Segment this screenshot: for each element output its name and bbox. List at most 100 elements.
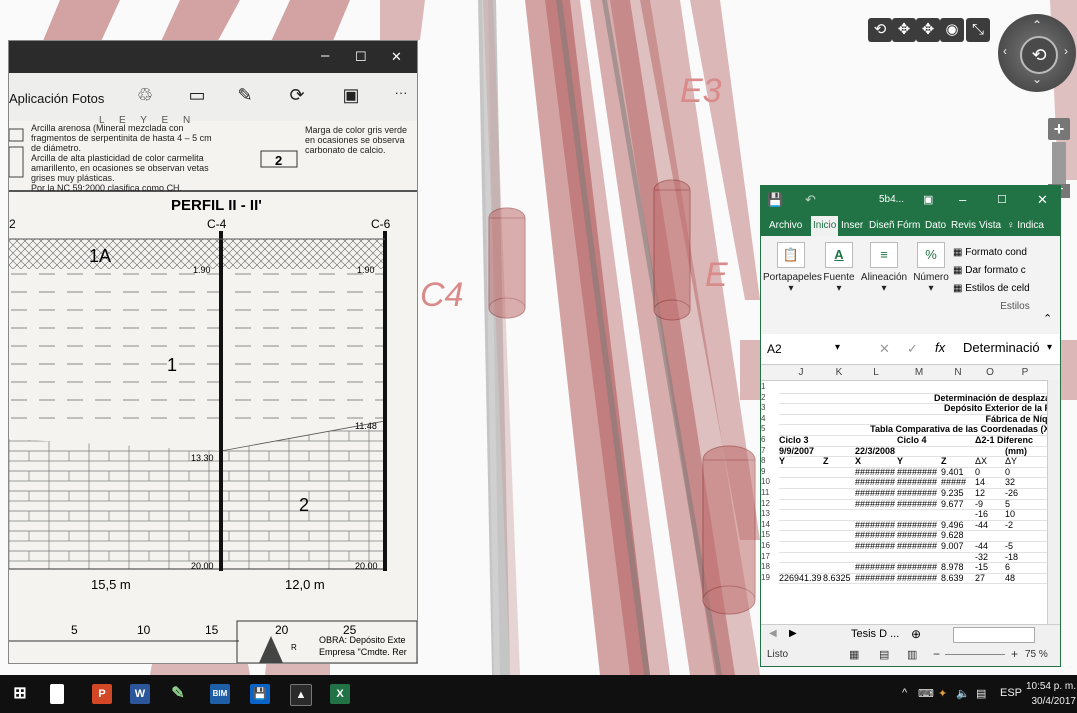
page-break-icon[interactable]: ▥ <box>907 648 917 661</box>
file-icon[interactable] <box>50 684 64 704</box>
number-group[interactable]: % Número ▾ <box>911 242 951 294</box>
row-header[interactable]: 11 <box>761 488 779 497</box>
table-cell[interactable]: Z <box>941 456 975 466</box>
table-cell[interactable]: X <box>855 456 897 466</box>
row-header[interactable]: 14 <box>761 520 779 529</box>
minimize-button[interactable]: – <box>959 192 966 207</box>
table-cell[interactable]: 8.6325 <box>823 573 855 583</box>
table-cell[interactable]: ######## <box>855 477 897 487</box>
tab-indicar[interactable]: ♀ Indica <box>1005 216 1046 236</box>
zoom-in-icon[interactable]: + <box>1011 647 1018 661</box>
zoom-track[interactable] <box>1052 142 1066 184</box>
navigation-wheel[interactable]: ⌃ ‹ › ⌄ ⟲ <box>998 14 1076 92</box>
name-box[interactable]: A2 <box>767 342 782 356</box>
chevron-down-icon[interactable]: ⌄ <box>1032 72 1042 86</box>
percent-icon[interactable]: % <box>917 242 945 268</box>
row-header[interactable]: 8 <box>761 456 779 465</box>
column-headers[interactable]: JKLMNOP <box>761 366 1060 381</box>
table-cell[interactable]: ######## <box>897 530 941 540</box>
font-group[interactable]: A Fuente ▾ <box>821 242 857 294</box>
tab-diseno[interactable]: Diseñ <box>867 216 897 236</box>
table-cell[interactable]: 48 <box>1005 573 1045 583</box>
table-cell[interactable]: ######## <box>855 488 897 498</box>
cancel-icon[interactable]: ✕ <box>879 341 890 357</box>
minimize-button[interactable]: – <box>321 47 329 64</box>
format-table-button[interactable]: ▦ Dar formato c <box>953 262 1030 280</box>
close-button[interactable]: ✕ <box>1037 192 1048 208</box>
table-cell[interactable]: 22/3/2008 <box>855 446 897 456</box>
row-header[interactable]: 4 <box>761 414 779 423</box>
table-cell[interactable]: ######## <box>855 499 897 509</box>
enhance-icon[interactable]: ♲ <box>131 85 159 109</box>
chevron-right-icon[interactable]: › <box>1064 44 1068 58</box>
row-header[interactable]: 6 <box>761 435 779 444</box>
paste-icon[interactable]: 📋 <box>777 242 805 268</box>
page-layout-icon[interactable]: ▤ <box>879 648 889 661</box>
table-cell[interactable]: Z <box>823 456 855 466</box>
alignment-group[interactable]: ≡ Alineación ▾ <box>859 242 909 294</box>
table-cell[interactable]: ##### <box>941 477 975 487</box>
table-cell[interactable]: 6 <box>1005 562 1045 572</box>
column-header[interactable]: N <box>941 367 975 378</box>
table-cell[interactable]: ΔX <box>975 456 1005 466</box>
table-cell[interactable]: ######## <box>855 467 897 477</box>
table-cell[interactable]: ######## <box>855 541 897 551</box>
row-header[interactable]: 16 <box>761 541 779 550</box>
table-cell[interactable]: ######## <box>897 520 941 530</box>
row-header[interactable]: 18 <box>761 562 779 571</box>
table-cell[interactable]: ######## <box>897 541 941 551</box>
table-cell[interactable]: Y <box>897 456 941 466</box>
conditional-format-button[interactable]: ▦ Formato cond <box>953 244 1030 262</box>
table-cell[interactable]: 14 <box>975 477 1005 487</box>
save-icon[interactable]: 💾 <box>767 192 783 208</box>
column-header[interactable]: L <box>855 367 897 378</box>
network-icon[interactable]: ✦ <box>938 687 947 700</box>
table-cell[interactable]: 9.401 <box>941 467 975 477</box>
row-header[interactable]: 10 <box>761 477 779 486</box>
tab-archivo[interactable]: Archivo <box>767 216 804 236</box>
table-cell[interactable]: -26 <box>1005 488 1045 498</box>
align-icon[interactable]: ≡ <box>870 242 898 268</box>
name-box-dropdown-icon[interactable]: ▾ <box>835 342 840 353</box>
table-cell[interactable]: 9.235 <box>941 488 975 498</box>
table-cell[interactable]: ######## <box>855 573 897 583</box>
sketchup-icon[interactable]: ✎ <box>168 684 188 704</box>
orbit-icon[interactable]: ⟲ <box>868 18 892 42</box>
table-cell[interactable]: -9 <box>975 499 1005 509</box>
keyboard-icon[interactable]: ⌨ <box>918 687 934 700</box>
table-cell[interactable]: 226941.39 <box>779 573 823 583</box>
row-header[interactable]: 15 <box>761 530 779 539</box>
row-header[interactable]: 13 <box>761 509 779 518</box>
collapse-ribbon-icon[interactable]: ⌃ <box>1043 312 1052 325</box>
tab-formulas[interactable]: Fórm <box>895 216 922 236</box>
table-cell[interactable]: ######## <box>897 573 941 583</box>
add-sheet-icon[interactable]: ⊕ <box>911 627 921 641</box>
pan-icon[interactable]: ✥ <box>916 18 940 42</box>
chevron-up-icon[interactable]: ⌃ <box>1032 18 1042 32</box>
bim-icon[interactable]: BIM <box>210 684 230 704</box>
zoom-slider[interactable] <box>945 654 1005 655</box>
table-cell[interactable]: 9.007 <box>941 541 975 551</box>
row-header[interactable]: 5 <box>761 424 779 433</box>
table-cell[interactable]: Determinación de desplazam <box>855 393 1058 403</box>
normal-view-icon[interactable]: ▦ <box>849 648 859 661</box>
prev-sheet-icon[interactable]: ◀ <box>769 628 777 639</box>
save-icon[interactable]: ▣ <box>337 85 365 109</box>
column-header[interactable]: P <box>1005 367 1045 378</box>
table-cell[interactable]: ######## <box>855 520 897 530</box>
table-cell[interactable]: 8.639 <box>941 573 975 583</box>
row-header[interactable]: 19 <box>761 573 779 582</box>
save-disk-icon[interactable]: 💾 <box>250 684 270 704</box>
row-header[interactable]: 17 <box>761 552 779 561</box>
table-cell[interactable]: 9.496 <box>941 520 975 530</box>
column-header[interactable]: M <box>897 367 941 378</box>
table-cell[interactable]: (mm) <box>1005 446 1045 456</box>
table-cell[interactable]: 12 <box>975 488 1005 498</box>
ribbon-display-icon[interactable]: ▣ <box>923 193 933 206</box>
pan-icon[interactable]: ✥ <box>892 18 916 42</box>
chevron-left-icon[interactable]: ‹ <box>1003 44 1007 58</box>
table-cell[interactable]: 10 <box>1005 509 1045 519</box>
zoom-in-icon[interactable]: + <box>1048 118 1070 140</box>
excel-icon[interactable]: X <box>330 684 350 704</box>
clock[interactable]: 10:54 p. m. 30/4/2017 <box>1024 679 1076 709</box>
